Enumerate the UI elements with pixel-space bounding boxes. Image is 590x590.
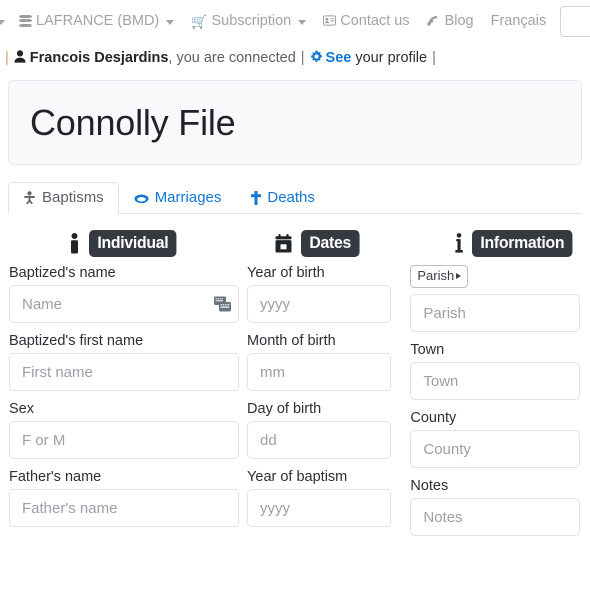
page-header-jumbotron: Connolly File [8,80,582,165]
field-day-of-birth: Day of birth [247,401,402,459]
nav-item-blog[interactable]: Blog [426,13,474,29]
tab-label: Deaths [267,189,315,206]
record-type-tabs: Baptisms Marriages Deaths [8,180,582,214]
field-label: Baptized's first name [9,333,144,349]
parish-input[interactable] [410,294,581,332]
chevron-right-icon [456,272,462,279]
field-fathers-name: Father's name [9,469,241,527]
separator: | [5,50,9,66]
notes-input[interactable] [410,498,581,536]
blog-rss-icon [426,14,441,28]
field-baptized-first-name: Baptized's first name [9,333,241,391]
person-icon [69,232,80,254]
baptized-first-name-input[interactable] [9,353,239,391]
nav-item-label: LAFRANCE (BMD) [36,13,160,29]
user-icon [14,50,26,66]
field-label: Month of birth [247,333,336,349]
section-header-dates: Dates [247,228,402,258]
day-of-birth-input[interactable] [247,421,392,459]
tab-marriages[interactable]: Marriages [119,182,237,214]
section-badge: Information [472,229,573,257]
parish-dropdown-label: Parish [417,268,455,283]
county-input[interactable] [410,430,581,468]
tab-label: Marriages [154,189,222,206]
tabs-container: Baptisms Marriages Deaths [0,180,590,214]
field-label: Father's name [9,469,102,485]
nav-item-label: Français [490,13,547,29]
cross-icon [251,191,262,205]
field-label: Town [410,342,445,358]
tab-deaths[interactable]: Deaths [236,182,330,214]
field-parish [410,294,590,332]
parish-dropdown-row: Parish [410,265,590,289]
chevron-down-icon [298,19,307,25]
database-icon [19,14,32,28]
nav-item-overflow[interactable] [0,19,5,25]
section-badge: Dates [301,229,360,257]
field-year-of-baptism: Year of baptism [247,469,402,527]
month-of-birth-input[interactable] [247,353,392,391]
field-label: Year of baptism [247,469,348,485]
fathers-name-input[interactable] [9,489,239,527]
section-individual: Individual Baptized's name Name Baptized… [0,228,241,546]
tab-baptisms[interactable]: Baptisms [8,182,119,214]
parish-dropdown-button[interactable]: Parish [410,265,469,288]
field-year-of-birth: Year of birth [247,265,402,323]
field-label: Sex [9,401,34,417]
address-card-icon [323,14,337,28]
search-form: Individual Baptized's name Name Baptized… [0,228,590,546]
baby-icon [23,191,36,205]
nav-search-button[interactable] [560,6,590,37]
nav-item-label: Contact us [340,13,410,29]
input-wrapper [9,285,241,323]
user-connected-text: , you are connected [168,50,296,66]
shopping-cart-icon: 🛒 [191,13,208,29]
sex-input[interactable] [9,421,239,459]
baptized-name-input[interactable] [9,285,239,323]
nav-item-lafrance-bmd[interactable]: LAFRANCE (BMD) [19,13,175,29]
section-header-individual: Individual [9,228,241,258]
nav-item-subscription[interactable]: 🛒 Subscription [191,13,307,29]
field-label: Day of birth [247,401,322,417]
section-information: Information Parish Town County Notes [402,228,590,546]
tab-label: Baptisms [42,189,104,206]
gear-icon [310,50,323,66]
see-profile-link[interactable]: See [326,50,352,66]
separator: | [432,50,436,66]
page-title: Connolly File [30,101,236,143]
user-name: Francois Desjardins [29,50,169,66]
year-of-baptism-input[interactable] [247,489,392,527]
section-dates: Dates Year of birth Month of birth Day o… [241,228,402,546]
field-label: Baptized's name [9,265,116,281]
field-month-of-birth: Month of birth [247,333,402,391]
nav-item-label: Blog [444,13,474,29]
town-input[interactable] [410,362,581,400]
nav-item-francais[interactable]: Français [491,13,547,29]
field-label: County [410,410,457,426]
profile-text: your profile [355,50,428,66]
top-navbar: LAFRANCE (BMD) 🛒 Subscription Contact us [0,0,590,42]
calendar-icon [275,233,292,253]
section-badge: Individual [89,229,177,257]
info-icon [455,233,464,253]
field-town: Town [410,342,590,400]
field-notes: Notes [410,478,590,536]
nav-item-label: Subscription [211,13,292,29]
nav-item-contact-us[interactable]: Contact us [323,13,410,29]
chevron-down-icon [166,19,175,25]
ring-icon [134,193,149,204]
field-label: Year of birth [247,265,325,281]
year-of-birth-input[interactable] [247,285,392,323]
chevron-down-icon [0,19,5,25]
field-sex: Sex [9,401,241,459]
field-baptized-name: Baptized's name [9,265,241,323]
separator: | [300,50,305,66]
user-status-bar: | Francois Desjardins , you are connecte… [0,42,590,74]
field-county: County [410,410,590,468]
field-label: Notes [410,478,449,494]
section-header-information: Information [410,228,590,258]
